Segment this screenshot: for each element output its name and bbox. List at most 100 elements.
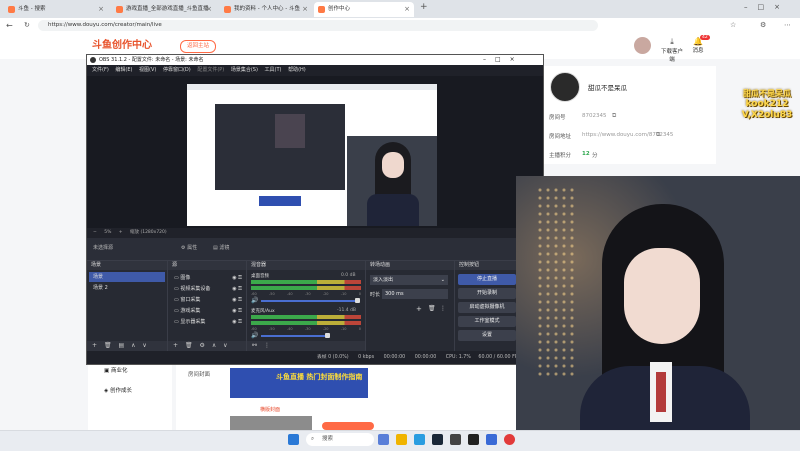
douyu-favicon-icon [8, 6, 15, 13]
browser-tab[interactable]: 斗鱼 - 搜索 × [4, 2, 108, 17]
site-logo[interactable]: 斗鱼创作中心 [92, 38, 170, 54]
cover-guide-banner[interactable]: 斗鱼直播 热门封面制作指南 [230, 368, 368, 398]
more-icon[interactable]: ⋮ [264, 342, 270, 349]
file-explorer-icon[interactable] [396, 434, 407, 445]
visibility-icon[interactable]: ◉ ⚿ [232, 273, 242, 283]
volume-slider[interactable] [261, 335, 327, 337]
obs-window-controls[interactable]: –□× [483, 55, 524, 65]
volume-slider-handle[interactable] [325, 333, 330, 338]
obs-preview[interactable] [87, 76, 543, 228]
browser-tab[interactable]: 我的资料 - 个人中心 - 斗鱼 × [220, 2, 312, 17]
trash-icon[interactable]: 🗑 [104, 342, 112, 349]
menu-edit[interactable]: 编辑(E) [115, 67, 132, 73]
zoom-out-icon[interactable]: − [93, 230, 97, 235]
menu-help[interactable]: 帮助(H) [288, 67, 306, 73]
source-item[interactable]: ▭ 显示器采集 ◉ ⚿ [170, 317, 244, 327]
mic-icon[interactable]: 🔊 [251, 332, 258, 339]
refresh-icon[interactable]: ↻ [24, 20, 30, 31]
avatar[interactable] [634, 37, 651, 54]
close-tab-icon[interactable]: × [404, 2, 410, 17]
room-url-label: 房间地址 [549, 134, 572, 140]
properties-button[interactable]: ⚙ 属性 [181, 244, 197, 251]
filters-button[interactable]: ▤ 滤镜 [213, 244, 229, 251]
mixer-channel-db: 0.0 dB [341, 273, 356, 278]
source-item[interactable]: ▭ 视频采集设备 ◉ ⚿ [170, 284, 244, 294]
settings-button[interactable]: 设置 [458, 330, 516, 341]
menu-profile[interactable]: 配置文件(P) [197, 67, 224, 73]
trash-icon[interactable]: 🗑 [185, 342, 193, 349]
volume-slider[interactable] [261, 300, 357, 302]
trash-icon[interactable]: 🗑 [428, 305, 436, 312]
messages-button[interactable]: 🔔 消息 42 [686, 35, 710, 54]
speaker-icon[interactable]: 🔊 [251, 297, 258, 304]
obs-menu-bar: 文件(F) 编辑(E) 视图(V) 停靠窗口(D) 配置文件(P) 场景集合(S… [87, 65, 543, 76]
move-up-icon[interactable]: ∧ [131, 342, 135, 349]
start-recording-button[interactable]: 开始录制 [458, 288, 516, 299]
zoom-in-icon[interactable]: + [119, 230, 123, 235]
taskbar-search[interactable]: ⌕ 搜索 [306, 433, 374, 446]
move-up-icon[interactable]: ∧ [212, 342, 216, 349]
virtual-camera-button[interactable]: 启动虚拟摄像机 [458, 302, 516, 313]
browser-tab-active[interactable]: 创作中心 × [314, 2, 414, 17]
filter-icon[interactable]: ▤ [119, 342, 125, 349]
more-icon[interactable]: ⋯ [784, 20, 791, 31]
favorites-icon[interactable]: ☆ [730, 20, 736, 31]
app-icon[interactable] [486, 434, 497, 445]
move-down-icon[interactable]: ∨ [223, 342, 227, 349]
add-transition-icon[interactable]: + [416, 305, 422, 313]
visibility-icon[interactable]: ◉ ⚿ [232, 295, 242, 305]
visibility-icon[interactable]: ◉ ⚿ [232, 284, 242, 294]
browser-tab[interactable]: 游戏直播_全部游戏直播_斗鱼直播 × [112, 2, 216, 17]
back-to-main-button[interactable]: 返回主站 [180, 40, 216, 53]
more-icon[interactable]: ⋮ [440, 305, 446, 312]
gear-icon[interactable]: ⚙ [200, 342, 205, 349]
volume-slider-handle[interactable] [355, 298, 360, 303]
visibility-icon[interactable]: ◉ ⚿ [232, 317, 242, 327]
studio-mode-button[interactable]: 工作室模式 [458, 316, 516, 327]
cover-thumbnail[interactable] [230, 416, 312, 430]
sidebar-item-growth[interactable]: ◈ 创作成长 [104, 386, 132, 394]
copy-icon[interactable]: ⧉ [656, 131, 660, 139]
add-icon[interactable]: + [92, 342, 97, 349]
visibility-icon[interactable]: ◉ ⚿ [232, 306, 242, 316]
messages-badge: 42 [700, 35, 710, 40]
zoom-level[interactable]: 5% [104, 230, 111, 235]
close-tab-icon[interactable]: × [98, 2, 104, 17]
steam-icon[interactable] [432, 434, 443, 445]
settings-icon[interactable]: ⚙ [760, 20, 766, 31]
new-tab-button[interactable]: + [420, 2, 428, 12]
edge-browser-icon[interactable] [414, 434, 425, 445]
window-controls[interactable]: –□× [744, 3, 790, 11]
source-item[interactable]: ▭ 图像 ◉ ⚿ [170, 273, 244, 283]
stop-streaming-button[interactable]: 停止直播 [458, 274, 516, 285]
upload-cover-button[interactable] [322, 422, 374, 430]
menu-scene-collection[interactable]: 场景集合(S) [231, 67, 258, 73]
canvas-info[interactable]: 缩放 (1280x720) [130, 230, 167, 235]
scene-item-selected[interactable]: 场景 [89, 272, 165, 282]
menu-view[interactable]: 视图(V) [139, 67, 156, 73]
add-icon[interactable]: + [173, 342, 178, 349]
windows-start-icon[interactable] [288, 434, 299, 445]
obs-icon[interactable] [450, 434, 461, 445]
app-icon[interactable] [468, 434, 479, 445]
sidebar-item-commerce[interactable]: ▣ 商业化 [104, 366, 127, 374]
close-tab-icon[interactable]: × [206, 2, 212, 17]
menu-file[interactable]: 文件(F) [92, 67, 109, 73]
menu-tools[interactable]: 工具(T) [265, 67, 282, 73]
close-tab-icon[interactable]: × [302, 2, 308, 17]
taskview-icon[interactable] [378, 434, 389, 445]
source-item[interactable]: ▭ 窗口采集 ◉ ⚿ [170, 295, 244, 305]
menu-docks[interactable]: 停靠窗口(D) [163, 67, 191, 73]
download-client-button[interactable]: ⤓ 下载客户端 [660, 37, 684, 63]
capture-banner [259, 196, 301, 206]
back-icon[interactable]: ← [6, 20, 13, 31]
source-item[interactable]: ▭ 游戏采集 ◉ ⚿ [170, 306, 244, 316]
scene-item[interactable]: 场景 2 [89, 283, 165, 293]
move-down-icon[interactable]: ∨ [142, 342, 146, 349]
duration-input[interactable]: 300 ms [382, 289, 448, 299]
transition-select[interactable]: 淡入淡出 ⌄ [370, 275, 448, 285]
app-icon[interactable] [504, 434, 515, 445]
link-icon[interactable]: ⚯ [252, 342, 257, 349]
url-field[interactable]: https://www.douyu.com/creator/main/live [38, 20, 598, 31]
copy-icon[interactable]: ⧉ [612, 112, 616, 120]
